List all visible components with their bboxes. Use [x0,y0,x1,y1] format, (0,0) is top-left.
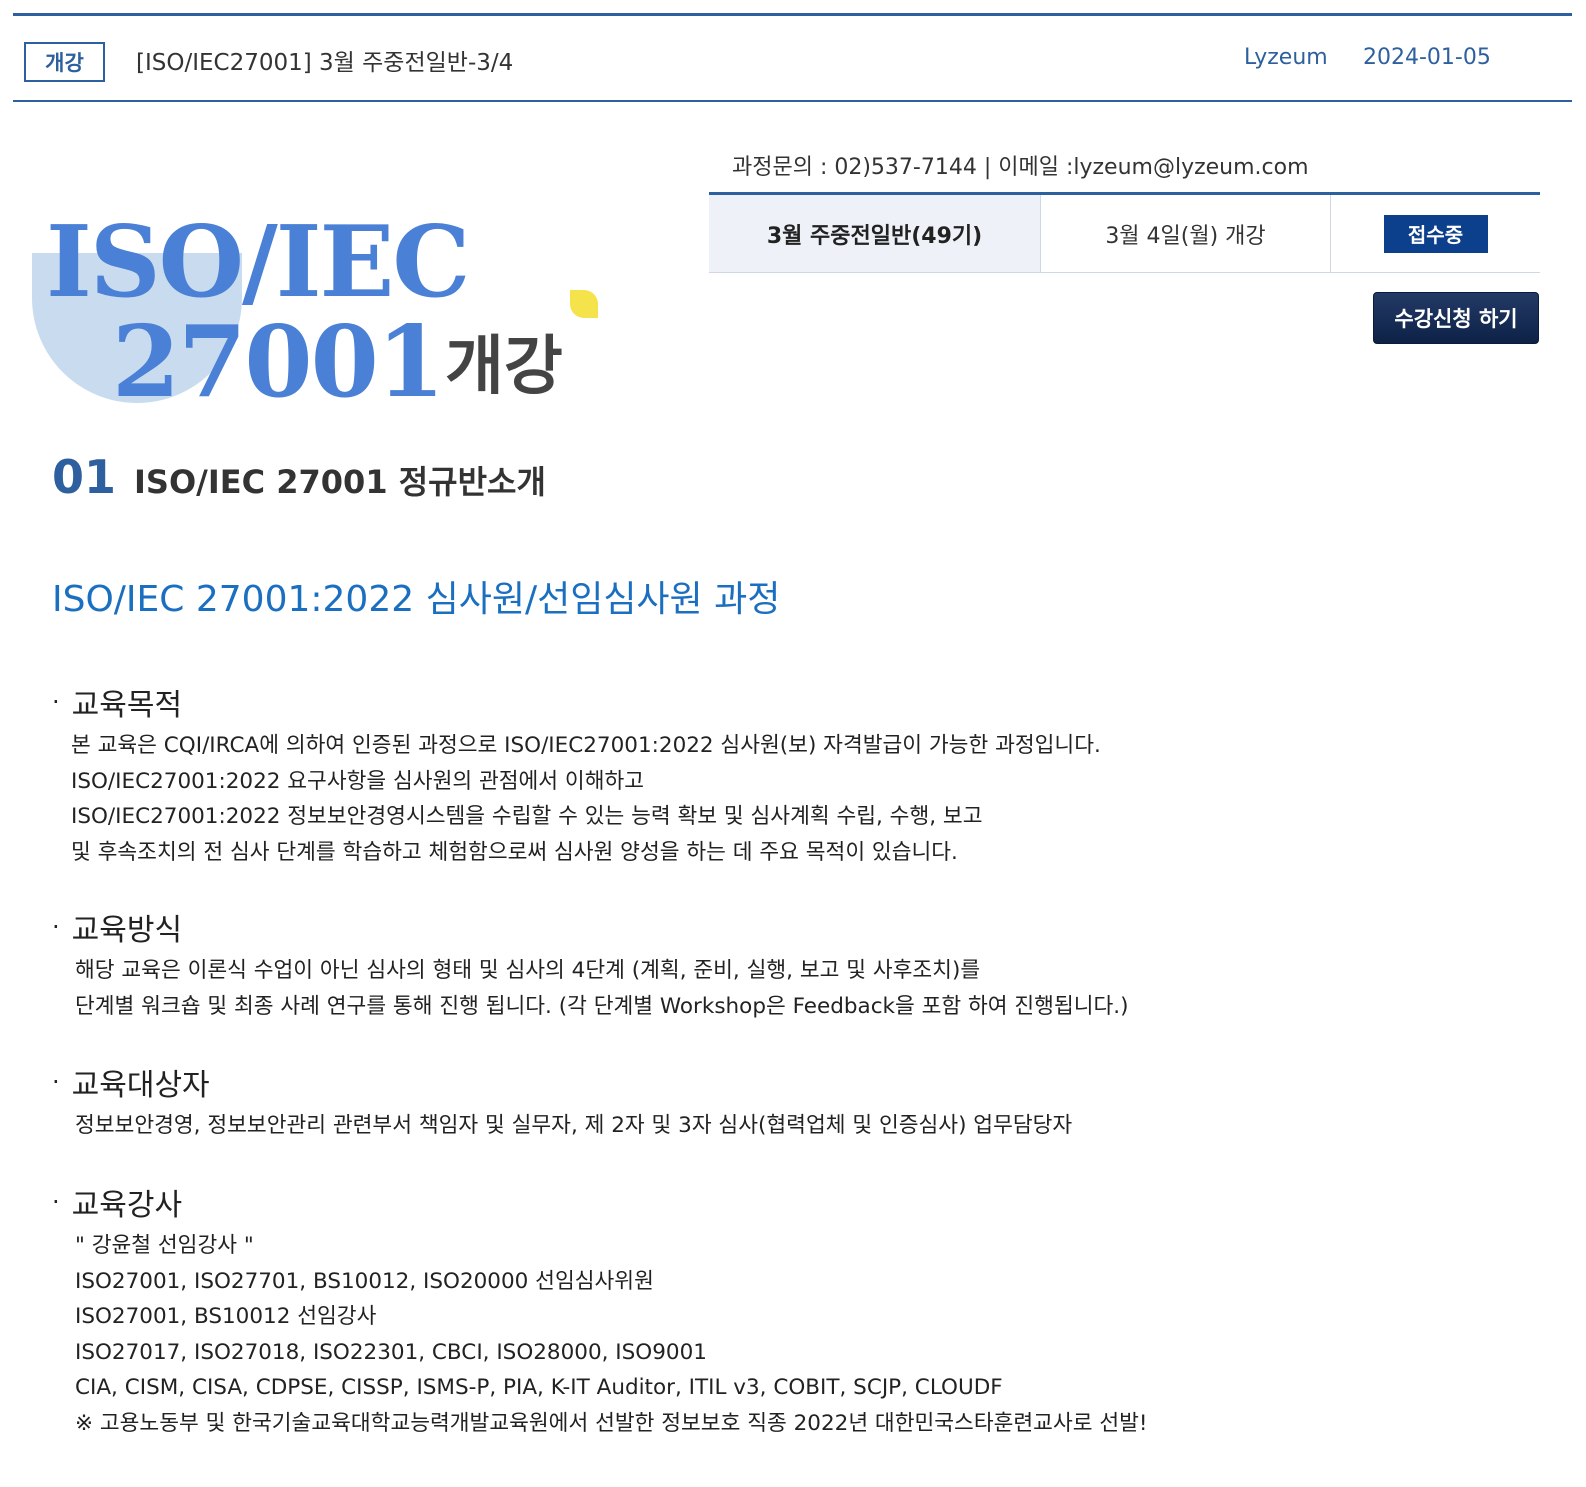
section-label: ISO/IEC 27001 정규반소개 [134,463,546,501]
section-intro-heading: 01 ISO/IEC 27001 정규반소개 [52,450,546,504]
section-target: · 교육대상자 정보보안경영, 정보보안관리 관련부서 책임자 및 실무자, 제… [52,1060,1072,1144]
body-line: ISO27001, BS10012 선임강사 [75,1304,377,1330]
course-start-cell: 3월 4일(월) 개강 [1041,195,1331,272]
body-line: 및 후속조치의 전 심사 단계를 학습하고 체험함으로써 심사원 양성을 하는 … [71,839,958,865]
leaf-icon [570,290,598,318]
bullet-icon: · [52,688,60,716]
banner-korean: 개강 [445,330,563,404]
post-header: 개강 [ISO/IEC27001] 3월 주중전일반-3/4 Lyzeum 20… [13,13,1572,102]
section-body: 해당 교육은 이론식 수업이 아닌 심사의 형태 및 심사의 4단계 (계획, … [75,953,1129,1024]
section-title: 교육방식 [71,913,183,948]
banner-line1: ISO/IEC [46,205,470,320]
section-body: 정보보안경영, 정보보안관리 관련부서 책임자 및 실무자, 제 2자 및 3자… [75,1108,1072,1144]
body-line: 단계별 워크숍 및 최종 사례 연구를 통해 진행 됩니다. (각 단계별 Wo… [75,993,1129,1019]
section-number: 01 [52,450,117,504]
status-badge: 접수중 [1383,214,1488,253]
bullet-icon: · [52,1068,60,1096]
apply-button[interactable]: 수강신청 하기 [1373,292,1539,344]
body-line: ISO/IEC27001:2022 정보보안경영시스템을 수립할 수 있는 능력… [71,804,983,830]
course-heading: ISO/IEC 27001:2022 심사원/선임심사원 과정 [52,579,781,620]
section-title: 교육대상자 [71,1068,210,1103]
section-title: 교육목적 [71,688,183,723]
course-status-cell: 접수중 [1331,195,1540,272]
post-title: [ISO/IEC27001] 3월 주중전일반-3/4 [136,50,514,76]
body-line: 정보보안경영, 정보보안관리 관련부서 책임자 및 실무자, 제 2자 및 3자… [75,1113,1073,1138]
body-line: ISO27017, ISO27018, ISO22301, CBCI, ISO2… [75,1339,707,1365]
category-badge: 개강 [24,42,105,82]
course-schedule-table: 3월 주중전일반(49기) 3월 4일(월) 개강 접수중 [709,192,1540,273]
body-line: CIA, CISM, CISA, CDPSE, CISSP, ISMS-P, P… [75,1375,1003,1401]
section-instructor: · 교육강사 " 강윤철 선임강사 " ISO27001, ISO27701, … [52,1180,1148,1442]
course-banner-image: ISO/IEC 27001 개강 [30,205,620,455]
body-line: " 강윤철 선임강사 " [75,1233,254,1258]
section-title: 교육강사 [71,1188,183,1223]
body-line: ※ 고용노동부 및 한국기술교육대학교능력개발교육원에서 선발한 정보보호 직종… [75,1410,1148,1436]
bullet-icon: · [52,913,60,941]
contact-info: 과정문의 : 02)537-7144 | 이메일 :lyzeum@lyzeum.… [732,155,1309,180]
section-method: · 교육방식 해당 교육은 이론식 수업이 아닌 심사의 형태 및 심사의 4단… [52,905,1129,1024]
course-name-cell: 3월 주중전일반(49기) [709,195,1041,272]
post-author: Lyzeum [1244,45,1328,70]
body-line: 해당 교육은 이론식 수업이 아닌 심사의 형태 및 심사의 4단계 (계획, … [75,958,981,983]
bullet-icon: · [52,1188,60,1216]
section-purpose: · 교육목적 본 교육은 CQI/IRCA에 의하여 인증된 과정으로 ISO/… [52,680,1101,870]
section-body: 본 교육은 CQI/IRCA에 의하여 인증된 과정으로 ISO/IEC2700… [71,728,1101,870]
body-line: 본 교육은 CQI/IRCA에 의하여 인증된 과정으로 ISO/IEC2700… [71,733,1101,758]
banner-line2: 27001 [112,305,445,420]
section-body: " 강윤철 선임강사 " ISO27001, ISO27701, BS10012… [75,1228,1148,1442]
post-date: 2024-01-05 [1363,45,1491,70]
body-line: ISO27001, ISO27701, BS10012, ISO20000 선임… [75,1268,654,1294]
body-line: ISO/IEC27001:2022 요구사항을 심사원의 관점에서 이해하고 [71,768,645,794]
